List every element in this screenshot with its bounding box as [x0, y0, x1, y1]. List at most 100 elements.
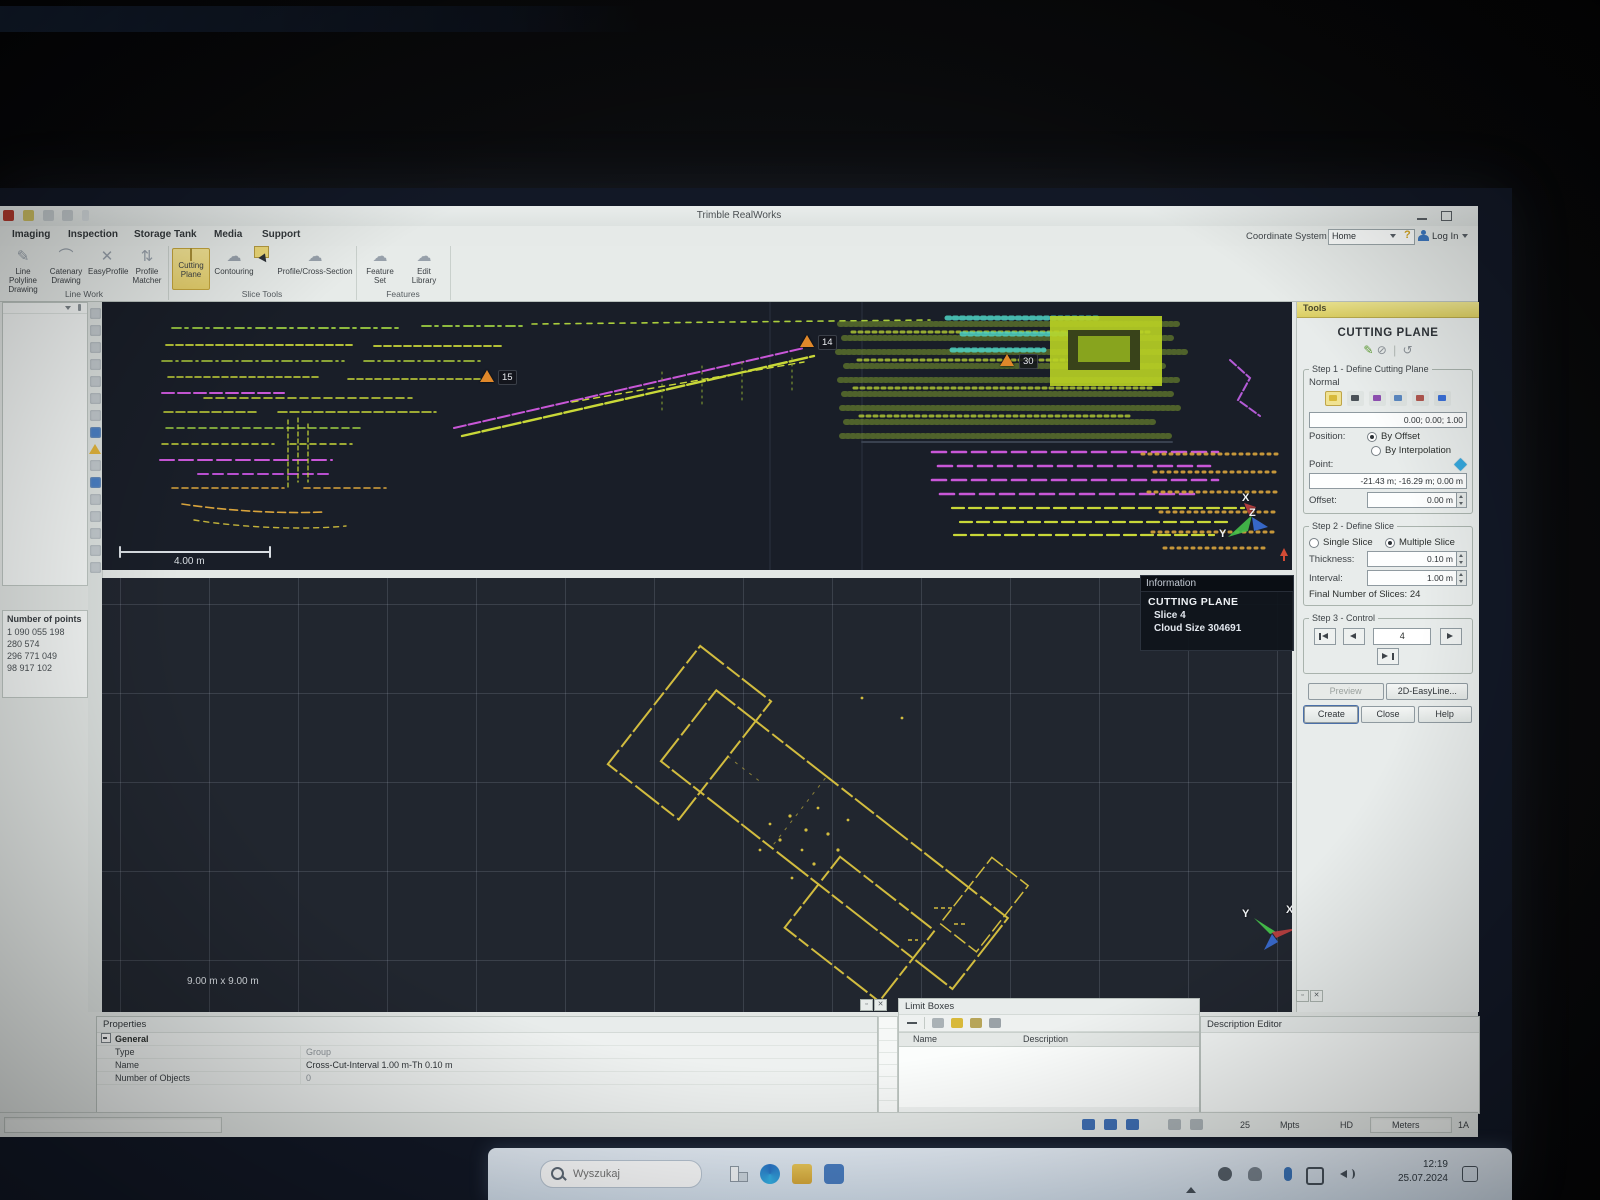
button-easyprofile[interactable]: ✕ EasyProfile	[88, 248, 126, 276]
warning-triangle-icon[interactable]	[89, 444, 101, 454]
layout-quad-view-icon[interactable]	[1126, 1119, 1139, 1130]
speaker-icon[interactable]	[1340, 1167, 1354, 1181]
limit-boxes-table-body[interactable]	[899, 1047, 1199, 1107]
offset-spinner[interactable]	[1457, 492, 1467, 508]
tab-support[interactable]: Support	[262, 229, 300, 240]
plane-flip-icon[interactable]	[1347, 391, 1364, 406]
preview-button[interactable]: Preview	[1308, 683, 1384, 700]
multiple-slice-radio[interactable]	[1385, 538, 1395, 548]
single-slice-radio[interactable]	[1309, 538, 1319, 548]
collapse-icon[interactable]	[65, 306, 71, 310]
login-button[interactable]: Log In	[1432, 231, 1458, 242]
crosshair-icon[interactable]	[1390, 391, 1407, 406]
tray-chevron-up-icon[interactable]	[1186, 1170, 1200, 1184]
property-row[interactable]: Number of Objects 0	[97, 1072, 877, 1085]
column-name[interactable]: Name	[899, 1033, 1023, 1046]
collapse-expander-icon[interactable]	[101, 1033, 111, 1043]
last-slice-button[interactable]	[1377, 648, 1399, 665]
panel-collapse-button[interactable]: ▫	[860, 999, 873, 1011]
export-icon[interactable]	[970, 1018, 982, 1028]
help-icon[interactable]: ?	[1404, 229, 1415, 242]
remove-icon[interactable]	[907, 1022, 917, 1024]
numeric-entry-icon[interactable]	[1434, 391, 1451, 406]
login-dropdown-icon[interactable]	[1462, 234, 1468, 238]
by-interpolation-radio[interactable]	[1371, 446, 1381, 456]
measure-tool-icon[interactable]	[90, 528, 101, 539]
panel-tool-icon[interactable]	[90, 477, 101, 488]
taskbar-search[interactable]	[540, 1160, 702, 1188]
offset-input[interactable]: 0.00 m	[1367, 492, 1457, 508]
button-profile-matcher[interactable]: ⇅ Profile Matcher	[128, 248, 166, 285]
cloud2-tool-icon[interactable]	[90, 511, 101, 522]
by-offset-radio[interactable]	[1367, 432, 1377, 442]
button-line-polyline-drawing[interactable]: ✎ Line Polyline Drawing	[2, 248, 44, 294]
microphone-icon[interactable]	[1284, 1167, 1292, 1181]
view-tool-icon[interactable]	[90, 308, 101, 319]
point-picker-icon[interactable]	[1454, 458, 1467, 471]
thickness-spinner[interactable]	[1457, 551, 1467, 567]
column-description[interactable]: Description	[1023, 1033, 1068, 1046]
minimized-panel-strip[interactable]	[878, 1016, 898, 1114]
property-row[interactable]: Name Cross-Cut-Interval 1.00 m-Th 0.10 m	[97, 1059, 877, 1072]
pan-tool-icon[interactable]	[90, 359, 101, 370]
tab-storage-tank[interactable]: Storage Tank	[134, 229, 197, 240]
close-button[interactable]: Close	[1361, 706, 1415, 723]
network-icon[interactable]	[1218, 1167, 1232, 1181]
coordinate-system-select[interactable]: Home	[1328, 229, 1415, 245]
axis-preset-icon[interactable]	[1325, 391, 1342, 406]
camera-tool-icon[interactable]	[90, 325, 101, 336]
button-edit-library[interactable]: ☁ Edit Library	[404, 248, 444, 285]
normal-input[interactable]: 0.00; 0.00; 1.00	[1309, 412, 1467, 428]
tab-media[interactable]: Media	[214, 229, 242, 240]
viewport-3d-profile[interactable]: 4.00 m 15 14 30 X Z Y	[102, 302, 1292, 570]
annotation-label-30[interactable]: 30	[1019, 354, 1038, 369]
camera2-tool-icon[interactable]	[90, 342, 101, 353]
create-button[interactable]: Create	[1304, 706, 1358, 723]
notification-icon[interactable]	[1462, 1166, 1478, 1182]
button-feature-set[interactable]: ☁ Feature Set	[360, 248, 400, 285]
first-slice-button[interactable]	[1314, 628, 1336, 645]
interval-input[interactable]: 1.00 m	[1367, 570, 1457, 586]
layout-split-view-icon[interactable]	[1104, 1119, 1117, 1130]
edit-plane-icon[interactable]: ✎	[1363, 343, 1373, 357]
folder-icon[interactable]	[792, 1164, 812, 1184]
cloud-tool-icon[interactable]	[90, 393, 101, 404]
tab-inspection[interactable]: Inspection	[68, 229, 118, 240]
annotation-label-15[interactable]: 15	[498, 370, 517, 385]
layers-tool-icon[interactable]	[90, 562, 101, 573]
stamp-icon[interactable]	[989, 1018, 1001, 1028]
viewport-2d-plan[interactable]: 9.00 m x 9.00 m Y X	[102, 578, 1292, 1012]
maximize-button[interactable]	[1438, 210, 1454, 222]
snapshot-tool-icon[interactable]	[90, 460, 101, 471]
previous-slice-button[interactable]	[1343, 628, 1365, 645]
panel-close-button[interactable]: ✕	[874, 999, 887, 1011]
display-tool-icon[interactable]	[90, 410, 101, 421]
panel-close-button[interactable]: ✕	[1310, 990, 1323, 1002]
button-cutting-plane[interactable]: Cutting Plane	[172, 248, 210, 290]
property-row[interactable]: Type Group	[97, 1046, 877, 1059]
dot-tool-icon[interactable]	[90, 494, 101, 505]
thickness-input[interactable]: 0.10 m	[1367, 551, 1457, 567]
taskview-icon[interactable]	[728, 1164, 748, 1184]
lock-icon[interactable]	[932, 1018, 944, 1028]
search-input[interactable]	[571, 1167, 695, 1181]
help-button[interactable]: Help	[1418, 706, 1472, 723]
pin-icon[interactable]	[78, 304, 81, 311]
layout-single-view-icon[interactable]	[1082, 1119, 1095, 1130]
edge-browser-icon[interactable]	[760, 1164, 780, 1184]
interval-spinner[interactable]	[1457, 570, 1467, 586]
taskbar-clock[interactable]: 12:19 25.07.2024	[1398, 1158, 1448, 1186]
display-icon[interactable]	[1306, 1167, 1324, 1185]
panel-collapse-button[interactable]: ▫	[1296, 990, 1309, 1002]
monitor-tool-icon[interactable]	[90, 427, 101, 438]
annotation-marker-icon[interactable]	[480, 370, 494, 382]
target-tool-icon[interactable]	[90, 545, 101, 556]
slice-number-field[interactable]: 4	[1373, 628, 1431, 645]
annotation-marker-icon[interactable]	[1000, 354, 1014, 366]
button-profile-cross-section[interactable]: ☁ Profile/Cross-Section	[276, 248, 354, 276]
next-slice-button[interactable]	[1440, 628, 1462, 645]
render-mode-icon[interactable]	[1168, 1119, 1181, 1130]
display-mode-icon[interactable]	[1190, 1119, 1203, 1130]
tab-imaging[interactable]: Imaging	[12, 229, 50, 240]
cloud-icon[interactable]	[1248, 1167, 1262, 1181]
